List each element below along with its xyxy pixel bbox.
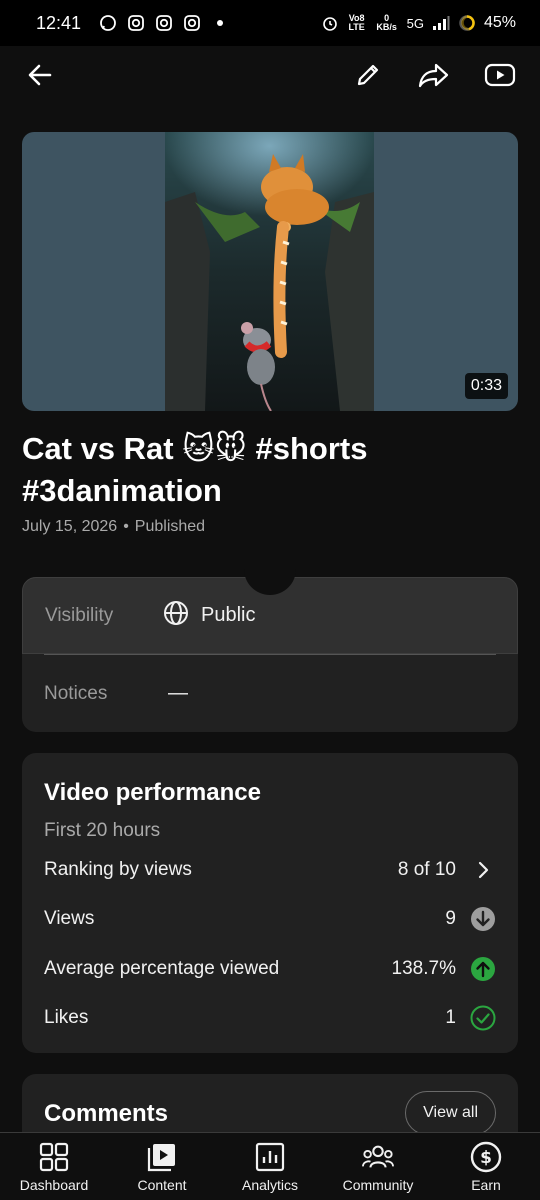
speed-label: 0 KB/s bbox=[376, 13, 397, 32]
alarm-icon bbox=[321, 14, 339, 32]
back-button[interactable] bbox=[20, 57, 60, 97]
likes-row: Likes 1 bbox=[44, 1002, 496, 1034]
nav-community-label: Community bbox=[342, 1177, 414, 1193]
nav-content-label: Content bbox=[137, 1177, 187, 1193]
notices-value: — bbox=[168, 682, 188, 704]
share-icon bbox=[418, 60, 450, 95]
view-all-button[interactable]: View all bbox=[405, 1091, 496, 1135]
status-time: 12:41 bbox=[36, 12, 82, 33]
dashboard-icon bbox=[38, 1141, 70, 1173]
visibility-value: Public bbox=[163, 600, 255, 632]
views-value: 9 bbox=[445, 908, 456, 929]
nav-dashboard-label: Dashboard bbox=[19, 1177, 89, 1193]
instagram-icon bbox=[155, 14, 173, 32]
share-button[interactable] bbox=[414, 57, 454, 97]
notices-label: Notices bbox=[44, 682, 108, 704]
instagram-icon bbox=[127, 14, 145, 32]
battery-percent: 45% bbox=[483, 14, 516, 31]
signal-icon bbox=[432, 14, 450, 32]
status-bar: 12:41 Vo8 LTE 0 KB/s 5G 45% bbox=[0, 0, 540, 46]
nav-content[interactable]: Content bbox=[108, 1133, 216, 1200]
video-meta: July 15, 2026 • Published bbox=[22, 518, 205, 536]
avg-percentage-label: Average percentage viewed bbox=[44, 958, 280, 979]
instagram-icon bbox=[183, 14, 201, 32]
pencil-icon bbox=[353, 60, 383, 95]
video-performance-card: Video performance First 20 hours Ranking… bbox=[22, 753, 518, 1053]
visibility-text: Public bbox=[201, 604, 256, 626]
volte-label: Vo8 LTE bbox=[348, 13, 365, 32]
likes-label: Likes bbox=[44, 1007, 89, 1028]
community-icon bbox=[362, 1141, 394, 1173]
analytics-icon bbox=[254, 1141, 286, 1173]
arrow-down-circle-icon bbox=[470, 906, 496, 932]
notification-dot-icon bbox=[211, 14, 229, 32]
svg-text:$: $ bbox=[480, 1148, 492, 1168]
dollar-circle-icon: $ bbox=[470, 1141, 502, 1173]
nav-analytics[interactable]: Analytics bbox=[216, 1133, 324, 1200]
content-icon bbox=[146, 1141, 178, 1173]
publish-status: Published bbox=[134, 518, 206, 535]
publish-date: July 15, 2026 bbox=[22, 518, 118, 535]
video-title: Cat vs Rat 🐱🐭 #shorts #3danimation bbox=[22, 431, 368, 508]
video-thumbnail[interactable]: 0:33 bbox=[22, 132, 518, 411]
whatsapp-icon bbox=[99, 14, 117, 32]
youtube-icon bbox=[484, 62, 516, 93]
app-header bbox=[0, 46, 540, 108]
edit-button[interactable] bbox=[348, 57, 388, 97]
arrow-left-icon bbox=[26, 61, 54, 94]
notices-row: Notices — bbox=[22, 655, 518, 732]
ranking-row[interactable]: Ranking by views 8 of 10 bbox=[44, 854, 496, 886]
nav-earn-label: Earn bbox=[471, 1177, 501, 1193]
performance-title: Video performance bbox=[44, 779, 261, 806]
meta-separator: • bbox=[123, 518, 129, 535]
nav-dashboard[interactable]: Dashboard bbox=[0, 1133, 108, 1200]
chevron-right-icon bbox=[470, 857, 496, 883]
nav-earn[interactable]: $ Earn bbox=[432, 1133, 540, 1200]
avg-percentage-row: Average percentage viewed 138.7% bbox=[44, 953, 496, 985]
views-row: Views 9 bbox=[44, 903, 496, 935]
network-label: 5G bbox=[406, 15, 424, 31]
battery-ring-icon bbox=[458, 14, 476, 32]
comments-title: Comments bbox=[44, 1100, 169, 1127]
views-label: Views bbox=[44, 908, 95, 929]
arrow-up-circle-icon bbox=[470, 956, 496, 982]
duration-badge: 0:33 bbox=[464, 373, 508, 399]
nav-analytics-label: Analytics bbox=[241, 1177, 299, 1193]
check-circle-icon bbox=[470, 1005, 496, 1031]
avg-percentage-value: 138.7% bbox=[391, 958, 456, 979]
likes-value: 1 bbox=[445, 1007, 456, 1028]
ranking-value: 8 of 10 bbox=[397, 859, 456, 880]
bottom-nav: Dashboard Content Analytics Community $ … bbox=[0, 1132, 540, 1200]
thumbnail-image bbox=[165, 132, 374, 411]
nav-community[interactable]: Community bbox=[324, 1133, 432, 1200]
visibility-label: Visibility bbox=[45, 604, 114, 626]
ranking-label: Ranking by views bbox=[44, 859, 192, 880]
globe-icon bbox=[163, 600, 189, 632]
details-card: Visibility Public Notices — bbox=[22, 563, 518, 732]
open-youtube-button[interactable] bbox=[480, 57, 520, 97]
performance-period: First 20 hours bbox=[44, 820, 161, 841]
